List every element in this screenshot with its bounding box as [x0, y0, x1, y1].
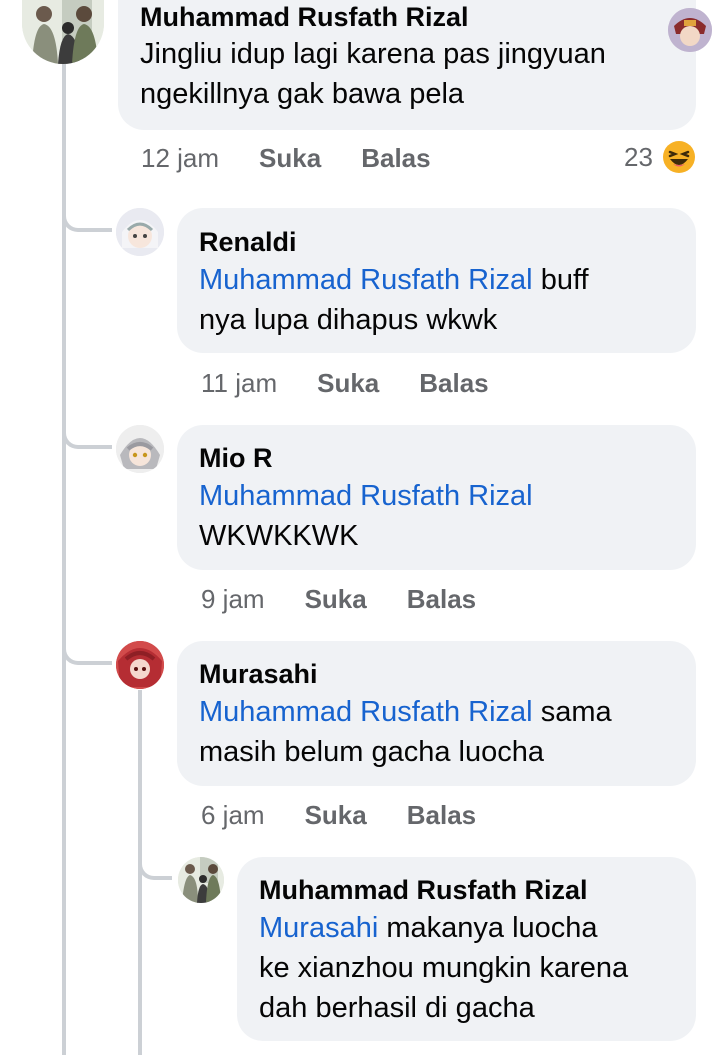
- like-button[interactable]: Suka: [305, 800, 367, 830]
- avatar[interactable]: [116, 641, 164, 689]
- comment-bubble[interactable]: Renaldi Muhammad Rusfath Rizal buff nya …: [177, 208, 696, 353]
- anime-character-icon: [116, 208, 164, 256]
- comment-text: buff: [532, 264, 589, 296]
- comment-author[interactable]: Murasahi: [199, 656, 674, 692]
- comment-text-line: Murasahi makanya luocha: [259, 908, 674, 948]
- avatar[interactable]: [22, 0, 104, 64]
- comment-text-line: dah berhasil di gacha: [259, 992, 535, 1024]
- comment-time[interactable]: 12 jam: [141, 143, 219, 173]
- reply-button[interactable]: Balas: [407, 800, 476, 830]
- comment-author[interactable]: Renaldi: [199, 224, 674, 260]
- laughing-emoji-icon[interactable]: [662, 140, 696, 174]
- thread-connector-renaldi-curve: [62, 200, 112, 232]
- mention-link[interactable]: Muhammad Rusfath Rizal: [199, 480, 533, 512]
- comment-time[interactable]: 11 jam: [201, 368, 277, 398]
- comment-text-line: masih belum gacha luocha: [199, 736, 544, 768]
- thread-connector-mio-curve: [62, 417, 112, 449]
- mention-link[interactable]: Murasahi: [259, 912, 378, 944]
- anime-character-icon: [116, 641, 164, 689]
- reply-button[interactable]: Balas: [407, 584, 476, 614]
- reply-button[interactable]: Balas: [419, 368, 488, 398]
- comment-bubble[interactable]: Muhammad Rusfath Rizal Murasahi makanya …: [237, 857, 696, 1041]
- family-photo-icon: [178, 857, 224, 903]
- comment-meta: 6 jam Suka Balas: [201, 798, 476, 832]
- comment-author[interactable]: Mio R: [199, 440, 674, 476]
- anime-character-icon: [116, 425, 164, 473]
- comment-bubble[interactable]: Murasahi Muhammad Rusfath Rizal sama mas…: [177, 641, 696, 786]
- comment-text-line: Muhammad Rusfath Rizal: [199, 476, 674, 516]
- comment-time[interactable]: 9 jam: [201, 584, 265, 614]
- mention-link[interactable]: Muhammad Rusfath Rizal: [199, 696, 533, 728]
- anime-character-icon: [668, 8, 712, 52]
- comment-text-line: ngekillnya gak bawa pela: [140, 78, 465, 110]
- thread-connector-reply-curve: [138, 848, 172, 880]
- comment-meta: 11 jam Suka Balas: [201, 366, 489, 400]
- comment-text-line: WKWKKWK: [199, 520, 359, 552]
- reply-button[interactable]: Balas: [361, 143, 430, 173]
- mention-link[interactable]: Muhammad Rusfath Rizal: [199, 264, 533, 296]
- comment-text-line: ke xianzhou mungkin karena: [259, 952, 629, 984]
- comment-author[interactable]: Muhammad Rusfath Rizal: [259, 872, 674, 908]
- like-button[interactable]: Suka: [259, 143, 321, 173]
- avatar[interactable]: [116, 425, 164, 473]
- comment-text-line: Muhammad Rusfath Rizal sama: [199, 692, 674, 732]
- avatar[interactable]: [116, 208, 164, 256]
- reaction-count[interactable]: 23: [624, 140, 653, 174]
- comment-meta: 9 jam Suka Balas: [201, 582, 476, 616]
- comment-text-line: Jingliu idup lagi karena pas jingyuan: [140, 38, 606, 70]
- comment-text-line: Muhammad Rusfath Rizal buff: [199, 260, 674, 300]
- comment-time[interactable]: 6 jam: [201, 800, 265, 830]
- comment-text: makanya luocha: [378, 912, 598, 944]
- like-button[interactable]: Suka: [317, 368, 379, 398]
- thread-connector-murasahi-curve: [62, 633, 112, 665]
- avatar[interactable]: [178, 857, 224, 903]
- family-photo-icon: [22, 0, 104, 64]
- comment-meta: 12 jam Suka Balas: [141, 141, 431, 175]
- comment-text-line: nya lupa dihapus wkwk: [199, 304, 498, 336]
- comment-bubble[interactable]: Muhammad Rusfath Rizal Jingliu idup lagi…: [118, 0, 696, 130]
- comment-author[interactable]: Muhammad Rusfath Rizal: [140, 0, 674, 34]
- like-button[interactable]: Suka: [305, 584, 367, 614]
- comment-text: sama: [532, 696, 612, 728]
- comment-bubble[interactable]: Mio R Muhammad Rusfath Rizal WKWKKWK: [177, 425, 696, 570]
- reactor-avatar[interactable]: [668, 8, 712, 52]
